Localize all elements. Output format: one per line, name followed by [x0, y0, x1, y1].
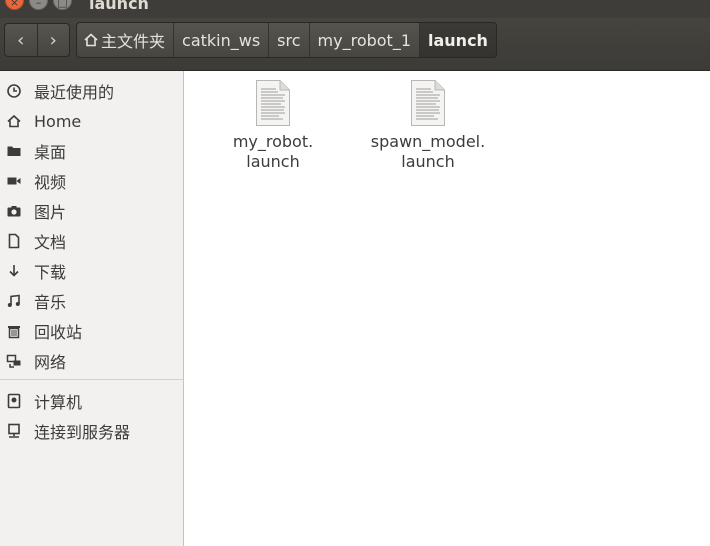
server-icon: [5, 422, 23, 440]
sidebar-item-label: 视频: [34, 173, 67, 192]
sidebar-item-videos[interactable]: 视频: [0, 166, 183, 196]
breadcrumb-label: catkin_ws: [182, 30, 261, 50]
chevron-right-icon: ›: [49, 29, 57, 51]
sidebar-item-label: 网络: [34, 353, 67, 372]
sidebar-item-label: 桌面: [34, 143, 67, 162]
computer-icon: [5, 392, 23, 410]
sidebar-item-music[interactable]: 音乐: [0, 286, 183, 316]
sidebar-item-downloads[interactable]: 下载: [0, 256, 183, 286]
sidebar-item-desktop[interactable]: 桌面: [0, 136, 183, 166]
camera-icon: [5, 202, 23, 220]
text-file-icon: [256, 80, 290, 126]
breadcrumb-label: my_robot_1: [317, 30, 411, 50]
sidebar-item-home[interactable]: Home: [0, 106, 183, 136]
maximize-icon: □: [57, 0, 68, 9]
download-icon: [5, 262, 23, 280]
sidebar-item-label: 音乐: [34, 293, 67, 312]
breadcrumb-label: 主文件夹: [101, 32, 166, 51]
minimize-icon: –: [35, 0, 42, 9]
sidebar-item-computer[interactable]: 计算机: [0, 386, 183, 416]
sidebar-item-connect-server[interactable]: 连接到服务器: [0, 416, 183, 446]
file-item-my-robot-launch[interactable]: my_robot. launch: [198, 79, 348, 172]
sidebar-divider: [0, 379, 183, 380]
window-title: launch: [89, 0, 149, 13]
breadcrumb-catkin-ws[interactable]: catkin_ws: [173, 23, 268, 57]
sidebar-item-trash[interactable]: 回收站: [0, 316, 183, 346]
sidebar-item-label: 文档: [34, 233, 67, 252]
file-name: spawn_model. launch: [370, 132, 486, 171]
sidebar-item-label: Home: [34, 111, 82, 131]
maximize-window-button[interactable]: □: [53, 0, 72, 10]
home-icon: [84, 33, 98, 47]
home-icon: [5, 112, 23, 130]
breadcrumb-label: launch: [428, 30, 488, 50]
breadcrumb-home[interactable]: 主文件夹: [77, 23, 173, 57]
video-icon: [5, 172, 23, 190]
sidebar-item-network[interactable]: 网络: [0, 346, 183, 376]
file-view: my_robot. launch spawn_model. launch: [189, 71, 710, 546]
chevron-left-icon: ‹: [17, 29, 25, 51]
sidebar-item-label: 最近使用的: [34, 83, 115, 102]
close-window-button[interactable]: ×: [5, 0, 24, 10]
sidebar: 最近使用的 Home 桌面 视频 图片 文档 下载 音乐 回收站 网络 计算机 …: [0, 71, 184, 546]
document-icon: [5, 232, 23, 250]
sidebar-item-recent[interactable]: 最近使用的: [0, 76, 183, 106]
minimize-window-button[interactable]: –: [29, 0, 48, 10]
breadcrumb-my-robot-1[interactable]: my_robot_1: [308, 23, 419, 57]
file-item-spawn-model-launch[interactable]: spawn_model. launch: [353, 79, 503, 172]
sidebar-item-documents[interactable]: 文档: [0, 226, 183, 256]
back-button[interactable]: ‹: [5, 24, 37, 56]
sidebar-item-label: 图片: [34, 203, 67, 222]
breadcrumb-src[interactable]: src: [268, 23, 308, 57]
network-icon: [5, 352, 23, 370]
forward-button[interactable]: ›: [36, 24, 70, 56]
sidebar-item-label: 连接到服务器: [34, 423, 131, 442]
trash-icon: [5, 322, 23, 340]
toolbar: ‹ › 主文件夹 catkin_ws src my_robot_1 launch: [0, 18, 710, 71]
file-manager-window: × – □ launch ‹ › 主文件夹 catkin_ws src my_r…: [0, 0, 710, 546]
close-icon: ×: [9, 0, 20, 9]
sidebar-item-label: 计算机: [34, 393, 83, 412]
file-name: my_robot. launch: [232, 132, 314, 171]
sidebar-item-pictures[interactable]: 图片: [0, 196, 183, 226]
sidebar-item-label: 回收站: [34, 323, 83, 342]
music-icon: [5, 292, 23, 310]
breadcrumb-label: src: [277, 30, 301, 50]
navigation-buttons: ‹ ›: [4, 23, 70, 57]
sidebar-item-label: 下载: [34, 263, 67, 282]
breadcrumb: 主文件夹 catkin_ws src my_robot_1 launch: [76, 22, 497, 58]
clock-icon: [5, 82, 23, 100]
text-file-icon: [411, 80, 445, 126]
breadcrumb-launch[interactable]: launch: [419, 23, 496, 57]
folder-icon: [5, 142, 23, 160]
title-bar: × – □ launch: [0, 0, 710, 18]
